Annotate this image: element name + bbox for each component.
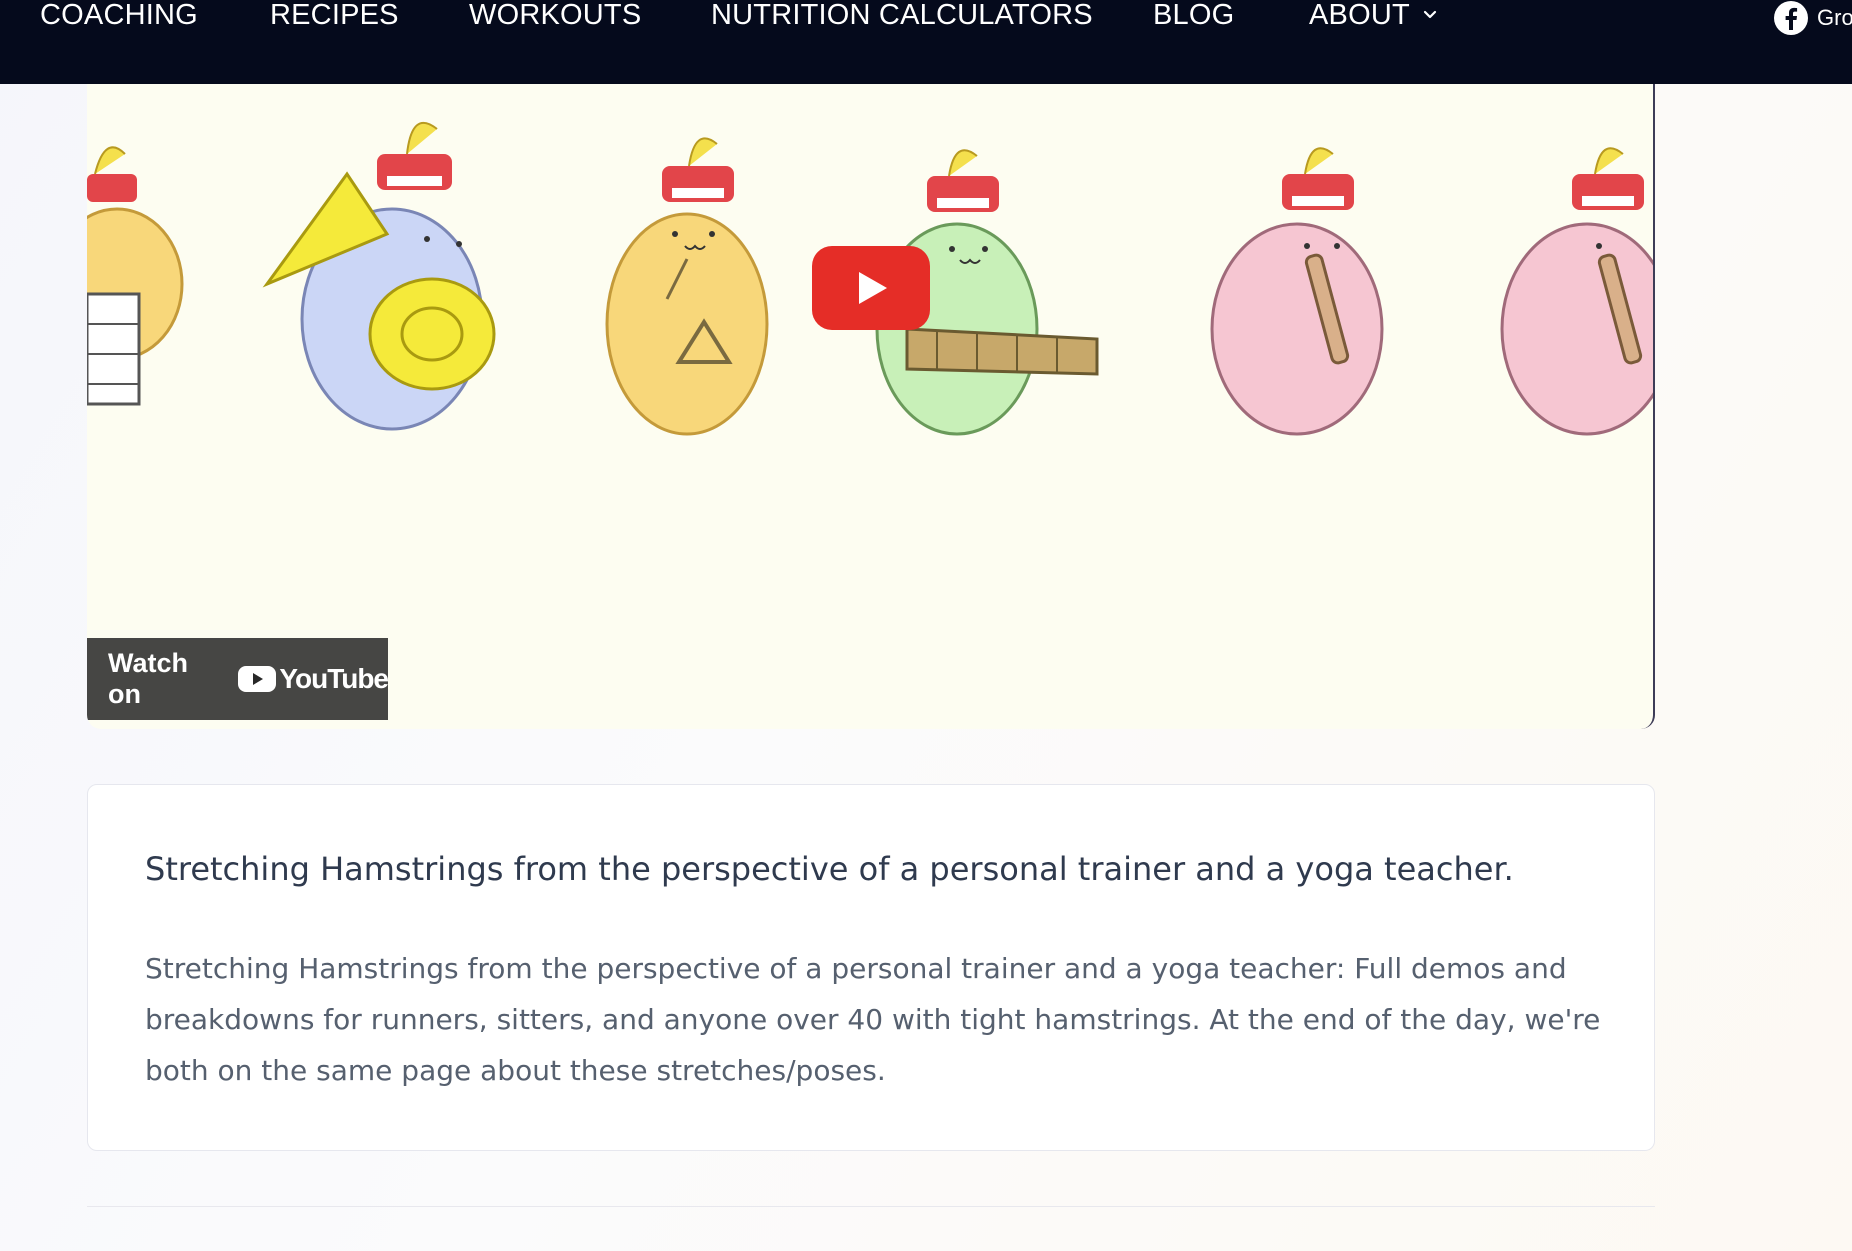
watch-on-label: Watch on [108,648,188,709]
card-description: Stretching Hamstrings from the perspecti… [145,952,1601,1087]
card-title: Stretching Hamstrings from the perspecti… [145,850,1514,888]
youtube-wordmark: YouTube [279,663,389,694]
video-info-card: Stretching Hamstrings from the perspecti… [87,784,1655,1151]
cat-recorder-illustration-2 [1500,147,1653,436]
facebook-group-link[interactable]: Gro [1773,0,1852,36]
cat-accordion-illustration [87,146,184,406]
cat-triangle-illustration [605,137,769,436]
nav-item-coaching[interactable]: COACHING [40,0,198,30]
nav-about-label: ABOUT [1309,0,1410,31]
play-icon[interactable] [812,246,930,330]
cat-tuba-illustration [262,121,496,431]
youtube-video-embed[interactable]: Watch on YouTube [87,84,1655,729]
cat-recorder-illustration [1210,147,1384,436]
nav-item-nutrition-calculators[interactable]: NUTRITION CALCULATORS [711,0,1093,30]
chevron-down-icon [1423,10,1437,19]
nav-item-blog[interactable]: BLOG [1153,0,1234,30]
youtube-icon [238,666,277,692]
top-navigation: COACHING RECIPES WORKOUTS NUTRITION CALC… [0,0,1852,84]
youtube-logo: YouTube [238,663,389,695]
facebook-icon [1774,1,1808,35]
watch-on-youtube-button[interactable]: Watch on YouTube [87,638,389,720]
nav-item-workouts[interactable]: WORKOUTS [469,0,641,30]
nav-item-about[interactable]: ABOUT [1309,0,1440,30]
nav-item-recipes[interactable]: RECIPES [270,0,399,30]
video-thumbnail [87,121,1653,436]
section-divider [87,1206,1655,1207]
social-label: Gro [1817,5,1852,30]
